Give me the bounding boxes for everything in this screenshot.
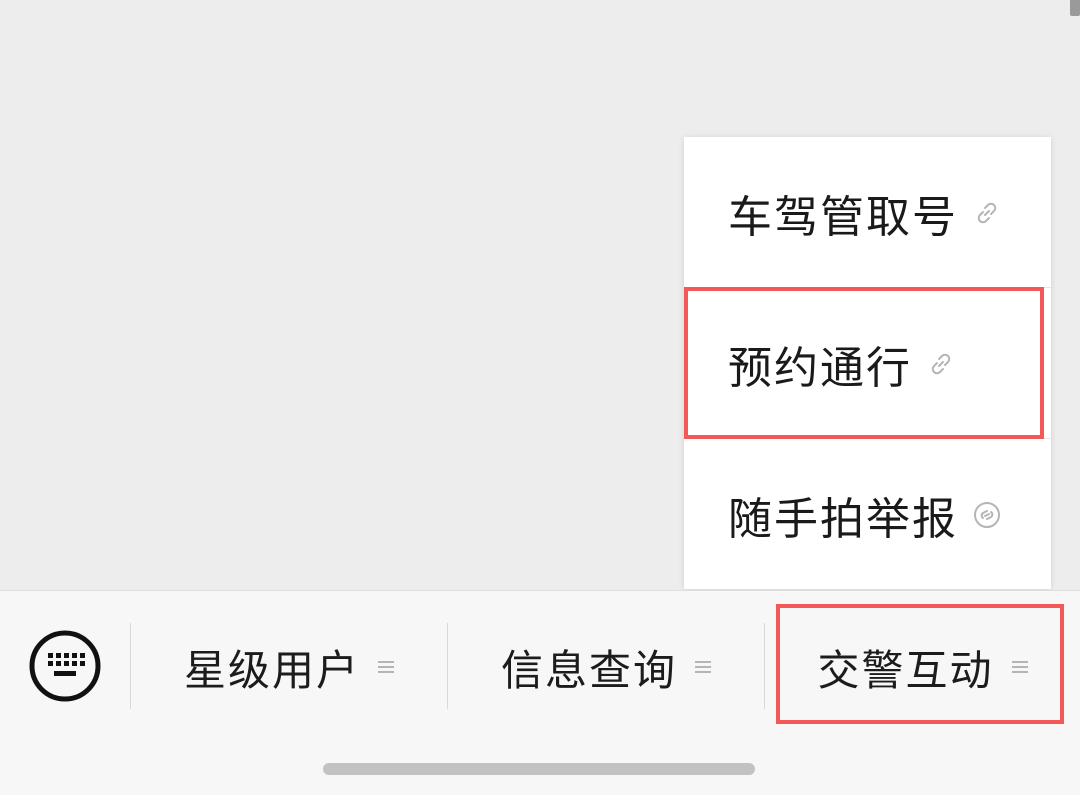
menu-item-reserve-pass[interactable]: 预约通行 — [684, 288, 1051, 439]
tab-label: 星级用户 — [183, 645, 360, 695]
tab-info-query[interactable]: 信息查询 — [448, 619, 764, 715]
mini-program-icon — [972, 500, 1002, 530]
tab-star-user[interactable]: 星级用户 — [131, 619, 447, 715]
menu-item-vehicle-number[interactable]: 车驾管取号 — [684, 137, 1051, 288]
menu-icon — [695, 659, 711, 675]
keyboard-toggle-button[interactable] — [28, 629, 102, 703]
tab-label: 交警互动 — [817, 645, 994, 695]
scrollbar[interactable] — [1070, 0, 1080, 16]
menu-item-label: 预约通行 — [728, 342, 912, 394]
home-indicator[interactable] — [323, 763, 755, 775]
link-icon — [926, 349, 956, 379]
chat-screen: 车驾管取号 预约通行 随手拍举报 星级用户 信息查询 交警互动 — [0, 0, 1080, 795]
tab-traffic-police-interaction[interactable]: 交警互动 — [765, 619, 1080, 715]
menu-item-snapshot-report[interactable]: 随手拍举报 — [684, 439, 1051, 590]
link-icon — [972, 198, 1002, 228]
menu-icon — [1011, 659, 1028, 675]
tab-label: 信息查询 — [500, 645, 677, 695]
menu-item-label: 随手拍举报 — [728, 493, 958, 545]
bottom-menu-bar: 星级用户 信息查询 交警互动 — [0, 590, 1080, 795]
menu-icon — [378, 659, 394, 675]
popup-menu: 车驾管取号 预约通行 随手拍举报 — [684, 137, 1051, 589]
keyboard-icon — [29, 630, 101, 702]
menu-item-label: 车驾管取号 — [728, 191, 958, 243]
